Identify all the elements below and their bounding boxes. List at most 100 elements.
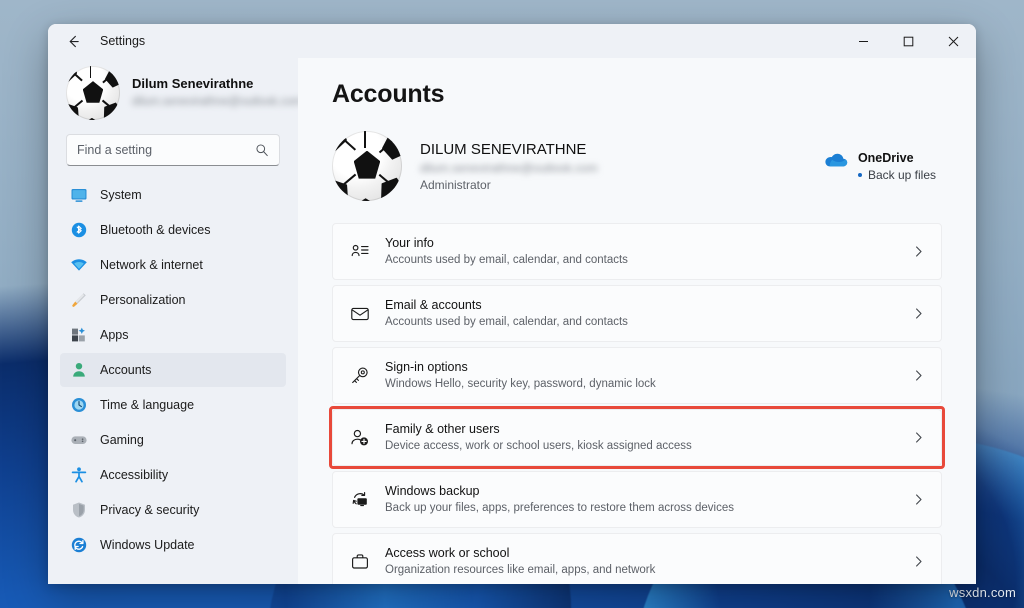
update-icon [70, 536, 88, 554]
chevron-right-icon [912, 245, 925, 258]
row-text: Access work or school Organization resou… [385, 545, 655, 578]
row-icon [347, 428, 373, 448]
profile-email: dilum.senevirathne@outlook.com [132, 95, 302, 111]
row-text: Your info Accounts used by email, calend… [385, 235, 628, 268]
close-icon [948, 36, 959, 47]
onedrive-cloud-icon [822, 151, 848, 169]
search-container [60, 134, 286, 178]
sidebar-item-time-language[interactable]: Time & language [60, 388, 286, 422]
sidebar-item-label: Time & language [100, 398, 194, 412]
row-email-accounts[interactable]: Email & accounts Accounts used by email,… [332, 285, 942, 342]
row-subtitle: Windows Hello, security key, password, d… [385, 377, 656, 392]
avatar [66, 66, 120, 120]
row-icon [347, 242, 373, 262]
paintbrush-icon [70, 291, 88, 309]
row-text: Email & accounts Accounts used by email,… [385, 297, 628, 330]
row-subtitle: Back up your files, apps, preferences to… [385, 501, 734, 516]
minimize-icon [858, 36, 869, 47]
maximize-icon [903, 36, 914, 47]
content-area: Accounts DILUM SENEVIRATHNE [298, 58, 976, 584]
contact-card-icon [350, 242, 370, 262]
envelope-icon [350, 304, 370, 324]
chevron-right-icon [912, 493, 925, 506]
sidebar-item-bluetooth-devices[interactable]: Bluetooth & devices [60, 213, 286, 247]
row-text: Family & other users Device access, work… [385, 421, 692, 454]
sidebar-item-windows-update[interactable]: Windows Update [60, 528, 286, 562]
sidebar-item-label: Personalization [100, 293, 185, 307]
profile-block[interactable]: Dilum Senevirathne dilum.senevirathne@ou… [60, 58, 286, 134]
row-icon [347, 304, 373, 324]
account-header: DILUM SENEVIRATHNE dilum.senevirathne@ou… [332, 131, 942, 201]
account-avatar [332, 131, 402, 201]
settings-rows: Your info Accounts used by email, calend… [332, 223, 942, 584]
row-title: Email & accounts [385, 297, 628, 314]
title-bar: Settings [48, 24, 976, 58]
row-title: Windows backup [385, 483, 734, 500]
accessibility-icon [70, 466, 88, 484]
arrow-left-icon [66, 34, 81, 49]
apps-icon [70, 326, 88, 344]
window-body: Dilum Senevirathne dilum.senevirathne@ou… [48, 58, 976, 584]
briefcase-icon [350, 552, 370, 572]
sidebar-nav: System Bluetooth & devices Network & int… [60, 178, 286, 584]
row-text: Sign-in options Windows Hello, security … [385, 359, 656, 392]
sidebar: Dilum Senevirathne dilum.senevirathne@ou… [48, 58, 298, 584]
backup-pc-icon [350, 490, 370, 510]
sidebar-item-label: Bluetooth & devices [100, 223, 211, 237]
row-family-other-users[interactable]: Family & other users Device access, work… [332, 409, 942, 466]
sidebar-item-network-internet[interactable]: Network & internet [60, 248, 286, 282]
maximize-button[interactable] [886, 24, 931, 58]
row-access-work-school[interactable]: Access work or school Organization resou… [332, 533, 942, 584]
onedrive-backup-link[interactable]: Back up files [858, 168, 936, 182]
sidebar-item-label: System [100, 188, 142, 202]
row-signin-options[interactable]: Sign-in options Windows Hello, security … [332, 347, 942, 404]
settings-window: Settings [48, 24, 976, 584]
sidebar-item-apps[interactable]: Apps [60, 318, 286, 352]
sidebar-item-accounts[interactable]: Accounts [60, 353, 286, 387]
row-windows-backup[interactable]: Windows backup Back up your files, apps,… [332, 471, 942, 528]
account-name: DILUM SENEVIRATHNE [420, 140, 598, 160]
sidebar-item-privacy-security[interactable]: Privacy & security [60, 493, 286, 527]
row-title: Your info [385, 235, 628, 252]
clock-icon [70, 396, 88, 414]
sidebar-item-system[interactable]: System [60, 178, 286, 212]
chevron-right-icon [912, 431, 925, 444]
page-title: Accounts [332, 80, 942, 109]
account-meta: DILUM SENEVIRATHNE dilum.senevirathne@ou… [420, 140, 598, 192]
onedrive-block: OneDrive Back up files [822, 151, 942, 182]
bullet-icon [858, 173, 862, 177]
minimize-button[interactable] [841, 24, 886, 58]
chevron-right-icon [912, 307, 925, 320]
row-icon [347, 366, 373, 386]
bluetooth-icon [70, 221, 88, 239]
sidebar-item-accessibility[interactable]: Accessibility [60, 458, 286, 492]
row-your-info[interactable]: Your info Accounts used by email, calend… [332, 223, 942, 280]
sidebar-item-label: Privacy & security [100, 503, 199, 517]
system-icon [70, 186, 88, 204]
key-icon [350, 366, 370, 386]
chevron-right-icon [912, 555, 925, 568]
sidebar-item-label: Accounts [100, 363, 151, 377]
sidebar-item-label: Accessibility [100, 468, 168, 482]
row-title: Sign-in options [385, 359, 656, 376]
close-button[interactable] [931, 24, 976, 58]
sidebar-item-label: Gaming [100, 433, 144, 447]
onedrive-title: OneDrive [858, 151, 936, 165]
profile-name: Dilum Senevirathne [132, 76, 302, 93]
account-role: Administrator [420, 178, 598, 192]
accounts-icon [70, 361, 88, 379]
search-input[interactable] [77, 143, 255, 157]
row-icon [347, 490, 373, 510]
wifi-icon [70, 256, 88, 274]
row-text: Windows backup Back up your files, apps,… [385, 483, 734, 516]
row-title: Access work or school [385, 545, 655, 562]
sidebar-item-label: Windows Update [100, 538, 195, 552]
row-subtitle: Accounts used by email, calendar, and co… [385, 315, 628, 330]
watermark: wsxdn.com [949, 585, 1016, 600]
onedrive-link-label: Back up files [868, 168, 936, 182]
sidebar-item-gaming[interactable]: Gaming [60, 423, 286, 457]
back-button[interactable] [56, 27, 90, 55]
row-title: Family & other users [385, 421, 692, 438]
search-box[interactable] [66, 134, 280, 166]
sidebar-item-personalization[interactable]: Personalization [60, 283, 286, 317]
